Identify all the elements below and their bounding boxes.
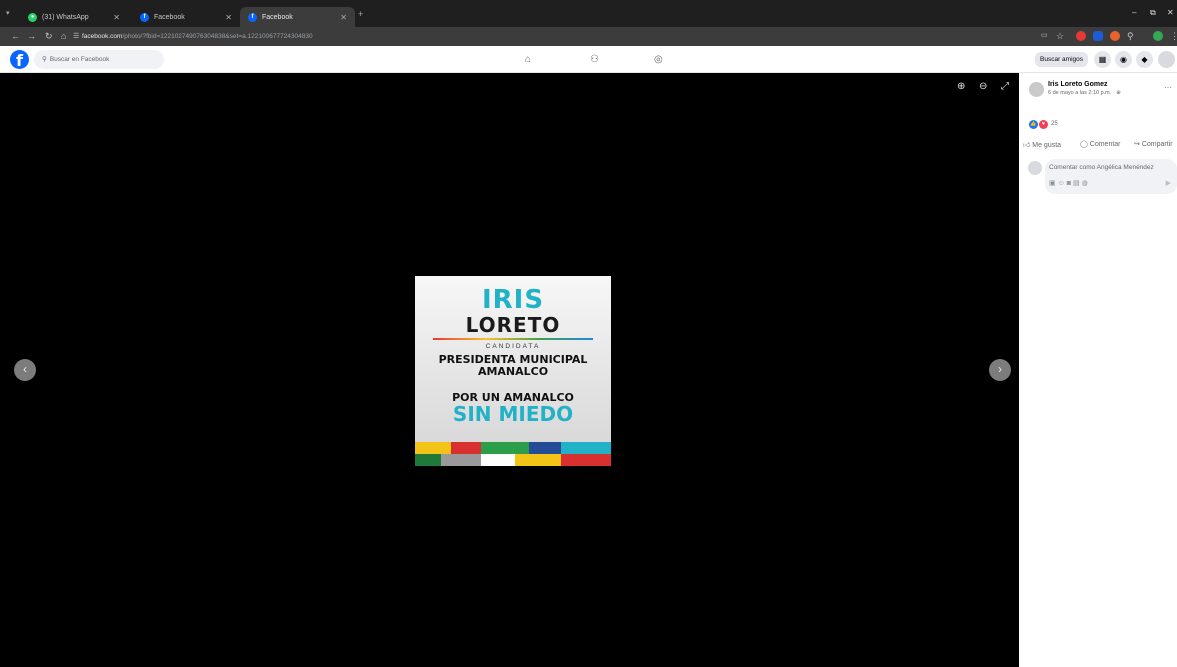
- notifications-bell-icon[interactable]: ◆: [1136, 51, 1153, 68]
- gif-icon[interactable]: ▤: [1073, 180, 1082, 187]
- share-button[interactable]: ↪ Compartir: [1134, 140, 1173, 148]
- friends-nav-icon[interactable]: ⚇: [590, 54, 599, 65]
- browser-menu-icon[interactable]: ⋮: [1170, 31, 1177, 42]
- like-label: Me gusta: [1032, 142, 1062, 149]
- cast-icon[interactable]: ▭: [1041, 31, 1048, 39]
- photo-text-amanalco: AMANALCO: [477, 365, 549, 378]
- account-avatar[interactable]: [1158, 51, 1175, 68]
- sticker-icon[interactable]: ▣: [1049, 180, 1058, 187]
- find-friends-button[interactable]: Buscar amigos: [1035, 52, 1088, 67]
- extension-orange-icon[interactable]: [1110, 31, 1120, 41]
- globe-icon: ⊕: [1116, 90, 1121, 96]
- comment-input[interactable]: Comentar como Angélica Menéndez ▣☺◙▤◍ ▶: [1045, 159, 1177, 194]
- comment-placeholder: Comentar como Angélica Menéndez: [1049, 164, 1154, 171]
- campaign-photo: IRIS LORETO CANDIDATA PRESIDENTA MUNICIP…: [415, 276, 611, 466]
- zoom-in-icon[interactable]: ⊕: [957, 81, 965, 92]
- back-icon[interactable]: ←: [11, 31, 20, 41]
- post-date-text: 6 de mayo a las 2:10 p.m. ·: [1048, 90, 1117, 96]
- commenter-avatar: [1028, 161, 1042, 175]
- thumbs-up-icon: 👍︎: [1023, 142, 1033, 149]
- url-path: /photo/?fbid=122102749076304838&set=a.12…: [122, 33, 313, 40]
- photo-viewer: ⊕ ⊖ ⤢ ‹ › IRIS LORETO CANDIDATA PRESIDEN…: [7, 73, 1019, 667]
- close-tab-icon[interactable]: ✕: [225, 13, 232, 22]
- menu-grid-icon[interactable]: ▦: [1094, 51, 1111, 68]
- facebook-icon: f: [140, 12, 149, 22]
- tab-search-icon[interactable]: ▾: [6, 9, 10, 17]
- comment-label: Comentar: [1089, 141, 1121, 148]
- search-placeholder: Buscar en Facebook: [49, 56, 110, 63]
- next-photo-button[interactable]: ›: [989, 359, 1011, 381]
- photo-text-loreto: LORETO: [465, 313, 561, 337]
- reload-icon[interactable]: ↻: [45, 31, 53, 42]
- like-button[interactable]: 👍︎ Me gusta: [1023, 140, 1061, 149]
- post-author-name[interactable]: Iris Loreto Gomez: [1048, 81, 1108, 88]
- new-tab-icon[interactable]: +: [358, 9, 363, 19]
- gaming-nav-icon[interactable]: ◎: [654, 54, 663, 65]
- post-date[interactable]: 6 de mayo a las 2:10 p.m. · ⊕: [1048, 90, 1121, 96]
- tab-whatsapp[interactable]: ● (31) WhatsApp ✕: [20, 7, 128, 27]
- browser-tab-bar: ▾ ● (31) WhatsApp ✕ f Facebook ✕ f Faceb…: [0, 0, 1177, 27]
- more-options-icon[interactable]: ···: [1164, 83, 1172, 92]
- comment-tools: ▣☺◙▤◍: [1049, 179, 1090, 187]
- photo-text-sin-miedo: SIN MIEDO: [452, 402, 574, 426]
- comment-icon: ◯: [1080, 141, 1090, 148]
- extension-shield-icon[interactable]: [1093, 31, 1103, 41]
- close-tab-icon[interactable]: ✕: [113, 13, 120, 22]
- whatsapp-icon: ●: [28, 12, 37, 22]
- photo-color-stripes: [415, 442, 611, 466]
- author-avatar[interactable]: [1029, 82, 1044, 97]
- post-details-panel: Iris Loreto Gomez 6 de mayo a las 2:10 p…: [1019, 73, 1177, 667]
- tab-label: (31) WhatsApp: [42, 13, 89, 21]
- photo-color-rule: [433, 338, 593, 340]
- close-window-icon[interactable]: ✕: [1167, 8, 1174, 17]
- home-icon[interactable]: ⌂: [61, 31, 66, 41]
- search-icon: ⚲: [42, 56, 47, 63]
- bookmark-star-icon[interactable]: ☆: [1056, 31, 1064, 42]
- fullscreen-icon[interactable]: ⤢: [1001, 81, 1009, 92]
- browser-address-bar: ← → ↻ ⌂ ☰ facebook.com/photo/?fbid=12210…: [0, 27, 1177, 46]
- facebook-header: f ⚲ Buscar en Facebook ⌂ ⚇ ◎ Buscar amigo…: [0, 46, 1177, 73]
- facebook-icon: f: [248, 12, 257, 22]
- forward-icon[interactable]: →: [27, 31, 36, 41]
- tab-label: Facebook: [262, 13, 293, 21]
- minimize-icon[interactable]: –: [1132, 8, 1136, 17]
- share-icon: ↪: [1134, 141, 1142, 148]
- reactions-summary[interactable]: 👍 ♥ 25: [1029, 119, 1058, 129]
- photo-text-iris: IRIS: [481, 285, 545, 315]
- tab-facebook-2[interactable]: f Facebook ✕: [240, 7, 355, 27]
- url-field[interactable]: facebook.com/photo/?fbid=122102749076304…: [82, 30, 1032, 43]
- search-input[interactable]: ⚲ Buscar en Facebook: [34, 50, 164, 69]
- messenger-icon[interactable]: ◉: [1115, 51, 1132, 68]
- like-reaction-icon: 👍: [1029, 119, 1038, 129]
- emoji-icon[interactable]: ☺: [1058, 180, 1067, 187]
- site-settings-icon[interactable]: ☰: [73, 32, 79, 40]
- love-reaction-icon: ♥: [1039, 119, 1048, 129]
- previous-photo-button[interactable]: ‹: [14, 359, 36, 381]
- extension-red-icon[interactable]: [1076, 31, 1086, 41]
- facebook-logo-icon[interactable]: f: [10, 50, 29, 70]
- profile-avatar-icon[interactable]: [1153, 31, 1163, 41]
- comment-button[interactable]: ◯ Comentar: [1080, 140, 1121, 148]
- restore-icon[interactable]: ⧉: [1150, 8, 1156, 18]
- url-host: facebook.com: [82, 33, 123, 40]
- avatar-sticker-icon[interactable]: ◍: [1082, 180, 1090, 187]
- tab-label: Facebook: [154, 13, 185, 21]
- extensions-puzzle-icon[interactable]: ⚲: [1127, 31, 1134, 42]
- close-tab-icon[interactable]: ✕: [340, 13, 347, 22]
- tab-facebook-1[interactable]: f Facebook ✕: [132, 7, 240, 27]
- zoom-out-icon[interactable]: ⊖: [979, 81, 987, 92]
- send-icon[interactable]: ▶: [1166, 179, 1171, 187]
- home-nav-icon[interactable]: ⌂: [525, 54, 531, 65]
- share-label: Compartir: [1141, 141, 1173, 148]
- reaction-count: 25: [1051, 121, 1058, 127]
- photo-text-candidata: CANDIDATA: [485, 343, 541, 350]
